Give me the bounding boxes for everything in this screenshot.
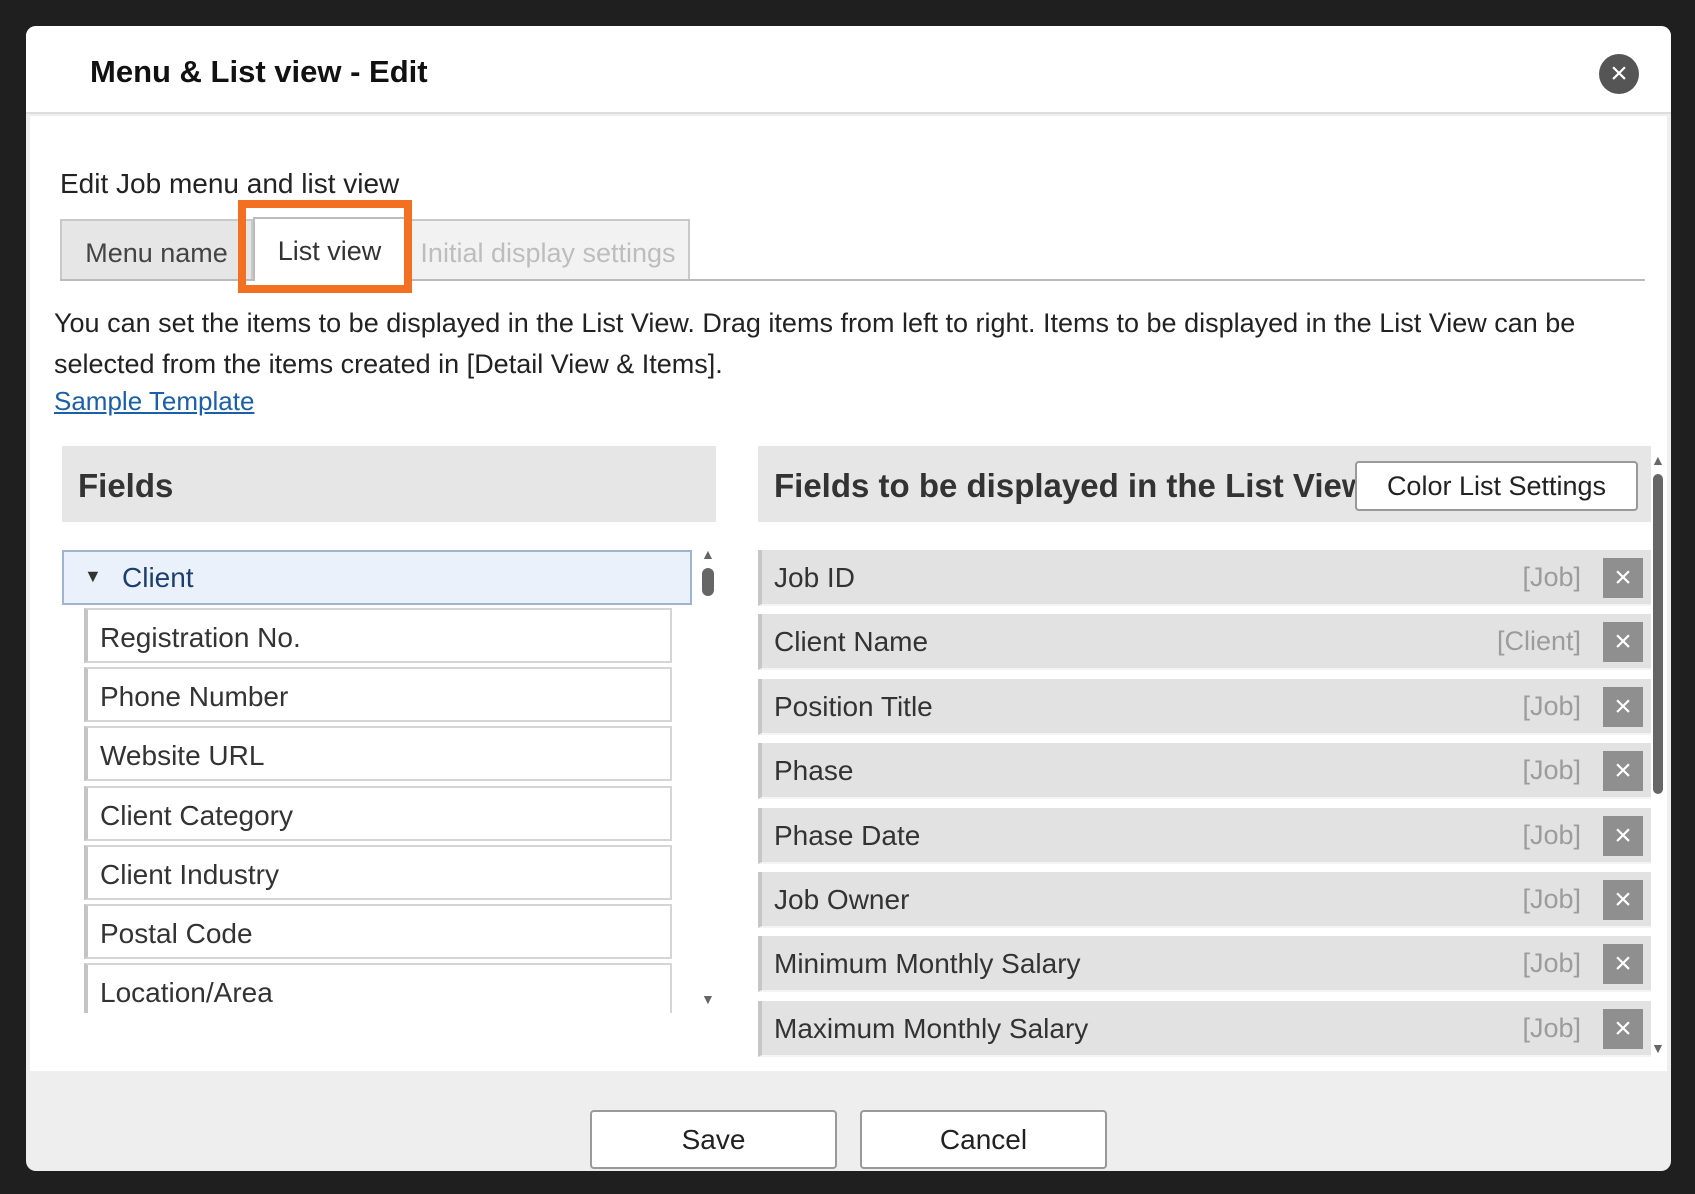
tab-menu-name[interactable]: Menu name [60, 219, 253, 279]
list-view-panel-title: Fields to be displayed in the List View [774, 467, 1368, 504]
list-item-phase-date[interactable]: Phase Date [Job] × [758, 808, 1651, 864]
list-item-source: [Job] [1522, 755, 1581, 785]
list-item-source: [Job] [1522, 884, 1581, 914]
caret-down-icon: ▼ [84, 566, 102, 586]
fields-panel: Fields ▼ Client Registration No. Phone N… [62, 446, 722, 1076]
scroll-up-icon[interactable]: ▲ [701, 546, 715, 562]
list-item-client-name[interactable]: Client Name [Client] × [758, 614, 1651, 670]
save-button[interactable]: Save [590, 1110, 837, 1169]
field-item-location-area[interactable]: Location/Area [84, 963, 672, 1013]
list-item-source: [Job] [1522, 948, 1581, 978]
sample-template-link[interactable]: Sample Template [54, 386, 254, 417]
remove-icon[interactable]: × [1603, 1009, 1643, 1049]
group-client[interactable]: ▼ Client [62, 550, 692, 605]
scroll-down-icon[interactable]: ▼ [1651, 1040, 1665, 1056]
list-item-maximum-monthly-salary[interactable]: Maximum Monthly Salary [Job] × [758, 1001, 1651, 1057]
fields-scrollbar-thumb[interactable] [702, 568, 714, 596]
dialog-footer: Save Cancel [26, 1078, 1671, 1171]
list-item-source: [Job] [1522, 691, 1581, 721]
list-item-job-owner[interactable]: Job Owner [Job] × [758, 872, 1651, 928]
remove-icon[interactable]: × [1603, 622, 1643, 662]
scroll-down-icon[interactable]: ▼ [701, 991, 715, 1007]
list-view-panel-header: Fields to be displayed in the List View … [758, 446, 1651, 522]
tab-initial-display-settings: Initial display settings [406, 219, 690, 279]
list-item-phase[interactable]: Phase [Job] × [758, 743, 1651, 799]
remove-icon[interactable]: × [1603, 687, 1643, 727]
remove-icon[interactable]: × [1603, 816, 1643, 856]
list-item-label: Phase [774, 755, 854, 786]
dialog-body: Edit Job menu and list view Menu name Li… [30, 116, 1667, 1071]
list-item-source: [Job] [1522, 562, 1581, 592]
list-scrollbar-thumb[interactable] [1653, 474, 1663, 794]
scroll-up-icon[interactable]: ▲ [1651, 452, 1665, 468]
list-item-label: Job ID [774, 562, 855, 593]
dialog-header: Menu & List view - Edit × [26, 26, 1671, 114]
fields-panel-title: Fields [62, 446, 716, 522]
field-item-registration-no[interactable]: Registration No. [84, 608, 672, 663]
field-item-phone-number[interactable]: Phone Number [84, 667, 672, 722]
remove-icon[interactable]: × [1603, 880, 1643, 920]
list-item-label: Phase Date [774, 820, 921, 851]
group-label: Client [122, 562, 194, 593]
remove-icon[interactable]: × [1603, 558, 1643, 598]
list-item-label: Maximum Monthly Salary [774, 1013, 1089, 1044]
close-icon[interactable]: × [1599, 54, 1639, 94]
field-item-website-url[interactable]: Website URL [84, 726, 672, 781]
list-item-label: Client Name [774, 626, 929, 657]
tab-bar: Menu name List view Initial display sett… [60, 217, 1645, 281]
remove-icon[interactable]: × [1603, 751, 1643, 791]
list-item-source: [Job] [1522, 820, 1581, 850]
field-item-client-industry[interactable]: Client Industry [84, 845, 672, 900]
field-item-postal-code[interactable]: Postal Code [84, 904, 672, 959]
description-text: You can set the items to be displayed in… [54, 308, 1576, 379]
tab-list-view[interactable]: List view [253, 217, 406, 281]
list-item-label: Job Owner [774, 884, 910, 915]
edit-dialog: Menu & List view - Edit × Edit Job menu … [26, 26, 1671, 1171]
list-view-panel: Fields to be displayed in the List View … [758, 446, 1665, 1076]
list-item-source: [Job] [1522, 1013, 1581, 1043]
color-list-settings-button[interactable]: Color List Settings [1355, 461, 1638, 511]
list-item-source: [Client] [1496, 626, 1581, 656]
list-item-minimum-monthly-salary[interactable]: Minimum Monthly Salary [Job] × [758, 936, 1651, 992]
list-item-label: Minimum Monthly Salary [774, 948, 1081, 979]
dialog-subtitle: Edit Job menu and list view [60, 168, 400, 199]
list-item-label: Position Title [774, 691, 933, 722]
field-item-client-category[interactable]: Client Category [84, 786, 672, 841]
cancel-button[interactable]: Cancel [860, 1110, 1107, 1169]
list-item-job-id[interactable]: Job ID [Job] × [758, 550, 1651, 606]
dialog-title: Menu & List view - Edit [90, 54, 428, 89]
list-item-position-title[interactable]: Position Title [Job] × [758, 679, 1651, 735]
remove-icon[interactable]: × [1603, 944, 1643, 984]
